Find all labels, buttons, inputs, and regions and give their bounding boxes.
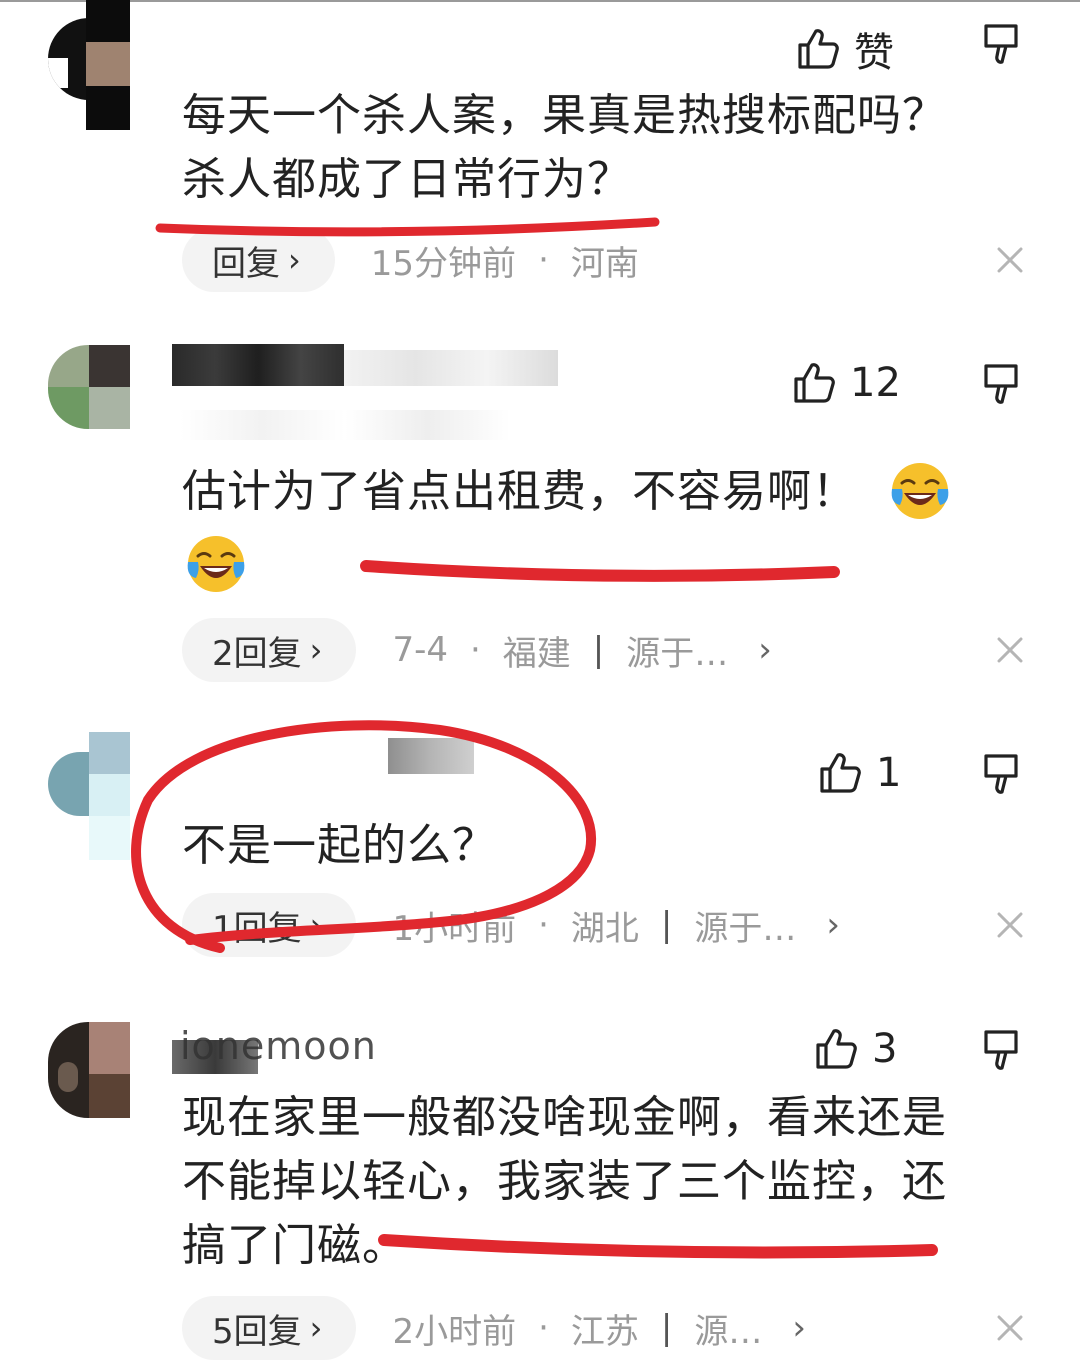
separator-dot: · xyxy=(469,630,481,670)
like-button[interactable]: 1 xyxy=(818,750,901,796)
reply-button[interactable]: 1回复 › xyxy=(182,893,357,957)
like-label: 赞 xyxy=(854,30,894,76)
thumb-down-icon[interactable] xyxy=(982,22,1026,66)
username[interactable]: ionemoon xyxy=(180,1024,377,1068)
top-divider xyxy=(0,0,1080,2)
avatar[interactable] xyxy=(48,345,130,429)
reply-label: 1回复 xyxy=(212,908,302,949)
thumb-up-icon xyxy=(792,361,836,405)
reply-label: 5回复 xyxy=(212,1311,302,1352)
thumb-up-icon xyxy=(814,1027,858,1071)
thumb-down-icon[interactable] xyxy=(982,362,1026,406)
close-icon[interactable] xyxy=(996,246,1024,274)
comment-text: 每天一个杀人案，果真是热搜标配吗？ 杀人都成了日常行为？ xyxy=(182,84,1032,212)
separator-dot: · xyxy=(538,905,549,945)
comment-time: 15分钟前 xyxy=(370,243,517,284)
close-icon[interactable] xyxy=(996,636,1024,664)
comment-text-line: 不能掉以轻心，我家装了三个监控，还 xyxy=(182,1156,947,1207)
comment-text-line: 搞了门磁。 xyxy=(182,1220,407,1271)
like-count: 1 xyxy=(876,750,902,796)
like-button[interactable]: 赞 xyxy=(796,20,894,78)
chevron-right-icon[interactable]: › xyxy=(792,1308,806,1348)
comment-source[interactable]: 源于… xyxy=(626,626,728,675)
comment-source[interactable]: 源于… xyxy=(694,901,796,950)
comment-text-line: 估计为了省点出租费，不容易啊！ xyxy=(182,466,857,517)
chevron-right-icon[interactable]: › xyxy=(758,630,772,670)
laughing-crying-emoji-icon xyxy=(888,459,952,523)
underline-annotation xyxy=(360,560,840,582)
avatar[interactable] xyxy=(48,1022,130,1118)
comment-text: 不是一起的么？ xyxy=(182,814,1032,878)
comment-text-line: 不是一起的么？ xyxy=(182,820,497,871)
separator-bar: | xyxy=(660,1308,673,1348)
username-blur xyxy=(172,344,344,386)
like-button[interactable]: 12 xyxy=(792,360,901,406)
thumb-up-icon xyxy=(818,751,862,795)
like-count: 12 xyxy=(850,360,901,406)
separator-bar: | xyxy=(660,905,673,945)
thumb-down-icon[interactable] xyxy=(982,752,1026,796)
comment-time: 7-4 xyxy=(392,630,448,670)
comment-meta: 2回复 › 7-4 · 福建 | 源于… › xyxy=(182,618,772,682)
comment-location: 福建 xyxy=(502,633,571,674)
comment-text: 估计为了省点出租费，不容易啊！ xyxy=(182,460,1032,524)
comment-meta: 1回复 › 1小时前 · 湖北 | 源于… › xyxy=(182,893,840,957)
close-icon[interactable] xyxy=(996,911,1024,939)
comment-text-line: 现在家里一般都没啥现金啊，看来还是 xyxy=(182,1092,947,1143)
avatar[interactable] xyxy=(48,732,130,860)
comment-meta: 5回复 › 2小时前 · 江苏 | 源… › xyxy=(182,1296,806,1360)
comment-time: 2小时前 xyxy=(392,1311,517,1352)
username-text: ionemoon xyxy=(180,1024,377,1068)
badge-blur xyxy=(180,410,510,440)
thumb-up-icon xyxy=(796,27,840,71)
comment-location: 河南 xyxy=(570,243,639,284)
chevron-right-icon: › xyxy=(309,1309,323,1347)
thumb-down-icon[interactable] xyxy=(982,1028,1026,1072)
like-button[interactable]: 3 xyxy=(814,1026,897,1072)
comment-location: 湖北 xyxy=(570,908,639,949)
separator-dot: · xyxy=(538,240,549,280)
like-count: 3 xyxy=(872,1026,898,1072)
laughing-crying-emoji-icon xyxy=(184,532,248,596)
reply-button[interactable]: 回复 › xyxy=(182,228,335,292)
chevron-right-icon: › xyxy=(309,631,323,669)
avatar-mosaic xyxy=(86,0,130,130)
reply-label: 回复 xyxy=(212,243,280,284)
comment-source[interactable]: 源… xyxy=(694,1304,762,1353)
comment-text: 现在家里一般都没啥现金啊，看来还是 不能掉以轻心，我家装了三个监控，还 搞了门磁… xyxy=(182,1086,1032,1278)
close-icon[interactable] xyxy=(996,1314,1024,1342)
comment-location: 江苏 xyxy=(570,1311,639,1352)
reply-label: 2回复 xyxy=(212,633,302,674)
chevron-right-icon: › xyxy=(288,241,301,279)
chevron-right-icon: › xyxy=(309,906,323,944)
comment-meta: 回复 › 15分钟前 · 河南 xyxy=(182,228,639,292)
reply-button[interactable]: 2回复 › xyxy=(182,618,357,682)
separator-bar: | xyxy=(592,630,605,670)
comment-time: 1小时前 xyxy=(392,908,517,949)
reply-button[interactable]: 5回复 › xyxy=(182,1296,357,1360)
separator-dot: · xyxy=(538,1308,549,1348)
username-blur xyxy=(388,738,474,774)
comment-text-line: 每天一个杀人案，果真是热搜标配吗？ xyxy=(182,90,947,141)
comment-text-line: 杀人都成了日常行为？ xyxy=(182,154,632,205)
username-blur xyxy=(344,350,558,386)
chevron-right-icon[interactable]: › xyxy=(826,905,840,945)
